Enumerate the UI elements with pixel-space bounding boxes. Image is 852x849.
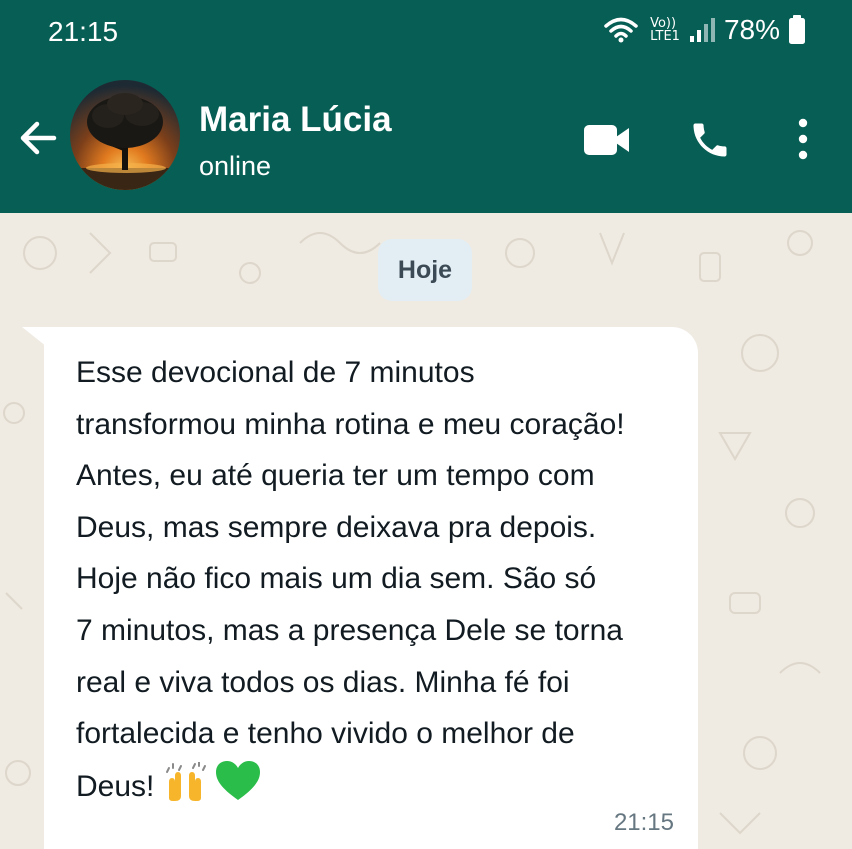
battery-icon [789,15,805,44]
chat-area[interactable]: Hoje Esse devocional de 7 minutos transf… [0,213,852,849]
tree-sunset-picture [70,93,180,190]
chat-header: 21:15 Vo)) LTE1 78% Maria Lúcia online [0,0,852,213]
lte-label: LTE1 [650,29,680,44]
signal-icon [689,18,715,42]
avatar[interactable] [70,80,180,190]
message-time: 21:15 [613,809,674,836]
message-bubble[interactable]: Esse devocional de 7 minutos transformou… [44,327,698,849]
message-line: Esse devocional de 7 minutos [76,356,475,389]
more-vert-icon[interactable] [796,118,810,160]
contact-status: online [199,151,272,181]
message-text: Esse devocional de 7 minutos transformou… [76,347,686,818]
message-last-line: Deus! [76,760,686,819]
back-arrow-icon[interactable] [18,118,58,158]
contact-name[interactable]: Maria Lúcia [199,100,392,140]
message-line: fortalecida e tenho vivido o melhor de [76,717,575,751]
status-bar-icons: Vo)) LTE1 78% [604,14,806,46]
message-line: real e viva todos os dias. Minha fé foi [76,665,570,699]
message-line: Hoje não fico mais um dia sem. São só [76,562,597,596]
message-line: 7 minutos, mas a presença Dele se torna [76,613,623,647]
wifi-icon [604,17,638,43]
volte-indicator: Vo)) LTE1 [650,17,680,43]
status-bar-time: 21:15 [48,16,119,47]
video-call-icon[interactable] [582,118,632,162]
battery-percent: 78% [723,14,780,45]
message-line: Deus! [76,769,155,803]
raising-hands-emoji [163,760,207,819]
green-heart-emoji [215,760,261,819]
phone-icon[interactable] [688,118,732,162]
date-chip: Hoje [378,239,472,301]
message-line: Deus, mas sempre deixava pra depois. [76,510,597,544]
message-line: transformou minha rotina e meu coração! [76,407,625,441]
message-line: Antes, eu até queria ter um tempo com [76,459,595,493]
